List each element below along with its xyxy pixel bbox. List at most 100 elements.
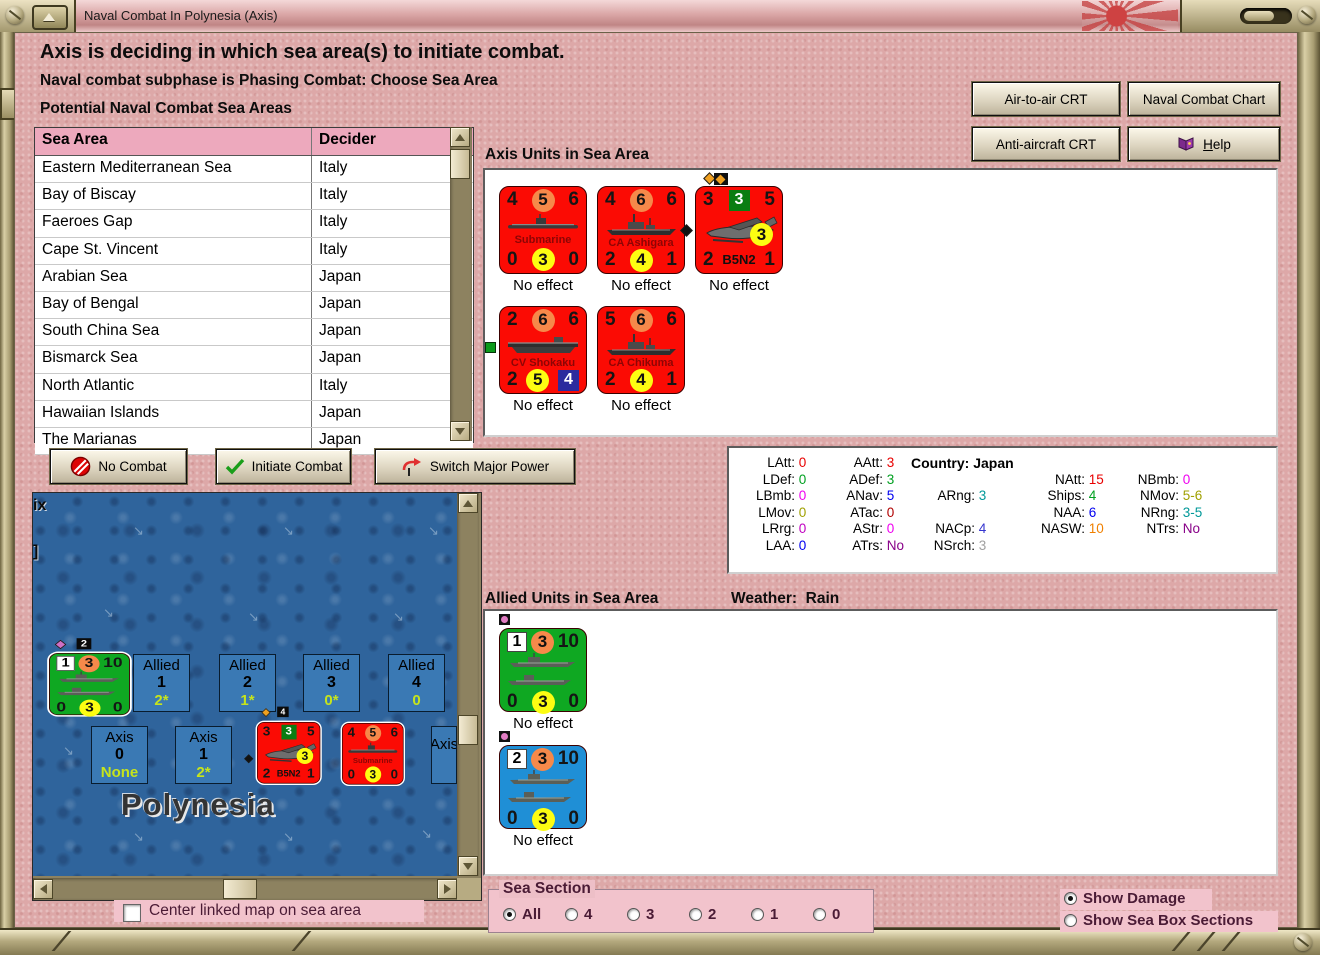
map-vertical-scrollbar[interactable]	[457, 493, 479, 876]
sea-box-axis-0[interactable]: Axis 0 None	[91, 726, 148, 784]
sea-area-row[interactable]: Arabian Sea Japan	[35, 264, 473, 292]
radio-icon[interactable]	[565, 908, 578, 921]
display-radio-show-sea-box-sections[interactable]: Show Sea Box Sections	[1064, 912, 1253, 929]
counter-value: 5	[764, 189, 775, 210]
counter-bottom-row: 241	[598, 248, 684, 272]
stat-label: LMov:	[758, 504, 795, 520]
scroll-down-button[interactable]	[458, 856, 478, 876]
counter-top-row: 335	[696, 189, 782, 211]
unit-counter-submarine[interactable]: 4 5 6 Submarine 0 3 0	[342, 723, 404, 785]
sea-area-row[interactable]: Eastern Mediterranean Sea Italy	[35, 156, 473, 184]
axis-panel-title: Axis Units in Sea Area	[485, 146, 649, 163]
effect-label: No effect	[611, 397, 671, 414]
radio-icon[interactable]	[627, 908, 640, 921]
sea-section-radio-1[interactable]: 1	[751, 906, 778, 923]
map-canvas[interactable]: ↘ ↘ ↘ ↘ ↘ ↘ ↘ ↘ ↘ ↘ ix] Allied 1 2* Allied 2 1* Allied 3 0*…	[33, 493, 457, 876]
sea-box-allied-2[interactable]: Allied 2 1*	[219, 654, 276, 712]
unit-name: B5N2	[276, 767, 301, 779]
radio-icon[interactable]	[751, 908, 764, 921]
air-to-air-crt-button[interactable]: Air-to-air CRT	[972, 82, 1120, 116]
sea-area-row[interactable]: South China Sea Japan	[35, 319, 473, 347]
decider-cell: Japan	[319, 403, 362, 421]
sea-box-axis[interactable]: Axis	[431, 726, 457, 784]
anti-aircraft-crt-button[interactable]: Anti-aircraft CRT	[972, 127, 1120, 161]
stat-label: NAA:	[1053, 504, 1085, 520]
sea-area-row[interactable]: Faeroes Gap Italy	[35, 210, 473, 238]
stat-aatt: AAtt: 3	[823, 455, 895, 470]
unit-counter-submarine[interactable]: 4 5 6 Submarine 0 3 0 No effect	[499, 186, 587, 294]
scroll-right-button[interactable]	[437, 879, 457, 899]
stat-label: ATrs:	[852, 538, 883, 553]
switch-major-power-button[interactable]: Switch Major Power	[375, 449, 575, 484]
stat-value: 0	[795, 538, 807, 553]
stat-lbmb: LBmb: 0	[737, 488, 806, 503]
no-combat-button[interactable]: No Combat	[50, 449, 187, 484]
sea-area-row[interactable]: Cape St. Vincent Italy	[35, 237, 473, 265]
close-button[interactable]	[1240, 8, 1292, 24]
stat-label: LAtt:	[767, 455, 795, 470]
naval-combat-chart-button[interactable]: Naval Combat Chart	[1128, 82, 1280, 116]
orange-circle-value: 3	[530, 630, 554, 654]
sea-area-row[interactable]: Bay of Bengal Japan	[35, 291, 473, 320]
unit-counter-b5n2[interactable]: 3 3 5 3 2 B5N2 1 4	[244, 706, 321, 784]
titlebar-left-panel	[0, 0, 76, 32]
unit-counter-ca-ashigara[interactable]: 4 6 6 CA Ashigara 2 4 1 No effect	[597, 186, 685, 294]
sea-area-row[interactable]: Bay of Biscay Italy	[35, 183, 473, 211]
initiate-combat-button[interactable]: Initiate Combat	[216, 449, 351, 484]
unit-counter-b5n2[interactable]: 3 3 5 3 2 B5N2 1 No effect	[680, 172, 783, 294]
stat-label: ANav:	[846, 488, 883, 504]
sea-box-allied-1[interactable]: Allied 1 2*	[133, 654, 190, 712]
counter-bottom-row: 030	[500, 248, 586, 272]
sea-section-radio-2[interactable]: 2	[689, 906, 716, 923]
scroll-left-button[interactable]	[33, 879, 53, 899]
sea-area-row[interactable]: Hawaiian Islands Japan	[35, 400, 473, 428]
radio-icon[interactable]	[689, 908, 702, 921]
orange-circle-value: 5	[364, 724, 381, 741]
unit-counter[interactable]: 1 3 10 0 3 0 2	[49, 638, 130, 717]
help-button[interactable]: Help	[1128, 127, 1280, 161]
unit-counter-cv-shokaku[interactable]: 2 6 6 CV Shokaku 2 5 4 No effect	[485, 306, 587, 414]
stat-atrs: ATrs: No	[823, 538, 904, 553]
counter-value: 0	[507, 808, 518, 829]
scroll-up-button[interactable]	[450, 127, 470, 147]
center-map-checkbox[interactable]	[123, 904, 141, 922]
sea-box-allied-4[interactable]: Allied 4 0	[388, 654, 445, 712]
sea-area-cell: Arabian Sea	[35, 264, 312, 291]
sea-area-row[interactable]: North Atlantic Italy	[35, 373, 473, 401]
sea-section-radio-4[interactable]: 4	[565, 906, 592, 923]
sea-box-allied-3[interactable]: Allied 3 0*	[303, 654, 360, 712]
convoy-silhouette-icon	[500, 770, 586, 808]
radio-icon[interactable]	[503, 908, 516, 921]
stat-nsrch: NSrch: 3	[911, 538, 987, 553]
display-radio-show-damage[interactable]: Show Damage	[1064, 890, 1186, 907]
counter-value: 0	[507, 248, 518, 270]
sea-box-number: 2	[243, 674, 252, 691]
radio-icon[interactable]	[1064, 914, 1077, 927]
scrollbar-thumb[interactable]	[450, 149, 470, 179]
stat-ntrs: NTrs: No	[1115, 521, 1201, 536]
table-scrollbar[interactable]	[450, 127, 472, 441]
collapse-button[interactable]	[32, 5, 68, 30]
radio-icon[interactable]	[1064, 892, 1077, 905]
stat-value: 10	[1085, 521, 1104, 537]
scrollbar-thumb[interactable]	[458, 715, 478, 745]
unit-counter[interactable]: 2 3 10 0 3 0 No effect	[499, 731, 587, 849]
sea-section-radio-all[interactable]: All	[503, 906, 541, 923]
map-horizontal-scrollbar[interactable]	[33, 878, 457, 900]
scrollbar-thumb[interactable]	[223, 879, 257, 899]
unit-counter[interactable]: 1 3 10 0 3 0 No effect	[499, 614, 587, 732]
sea-section-radio-0[interactable]: 0	[813, 906, 840, 923]
sea-area-row[interactable]: Bismarck Sea Japan	[35, 346, 473, 374]
column-header-decider: Decider	[319, 131, 376, 148]
counter-value: 4	[507, 189, 518, 210]
stat-label: LAA:	[765, 538, 795, 553]
scroll-down-button[interactable]	[450, 421, 470, 441]
stat-value: 0	[1179, 471, 1191, 487]
stat-value: 3	[883, 471, 895, 487]
radio-icon[interactable]	[813, 908, 826, 921]
scroll-up-button[interactable]	[458, 493, 478, 513]
sea-section-radio-3[interactable]: 3	[627, 906, 654, 923]
sea-box-axis-1[interactable]: Axis 1 2*	[175, 726, 232, 784]
counter-face: 5 6 6 CA Chikuma 2 4 1	[597, 306, 685, 394]
unit-counter-ca-chikuma[interactable]: 5 6 6 CA Chikuma 2 4 1 No effect	[597, 306, 685, 414]
